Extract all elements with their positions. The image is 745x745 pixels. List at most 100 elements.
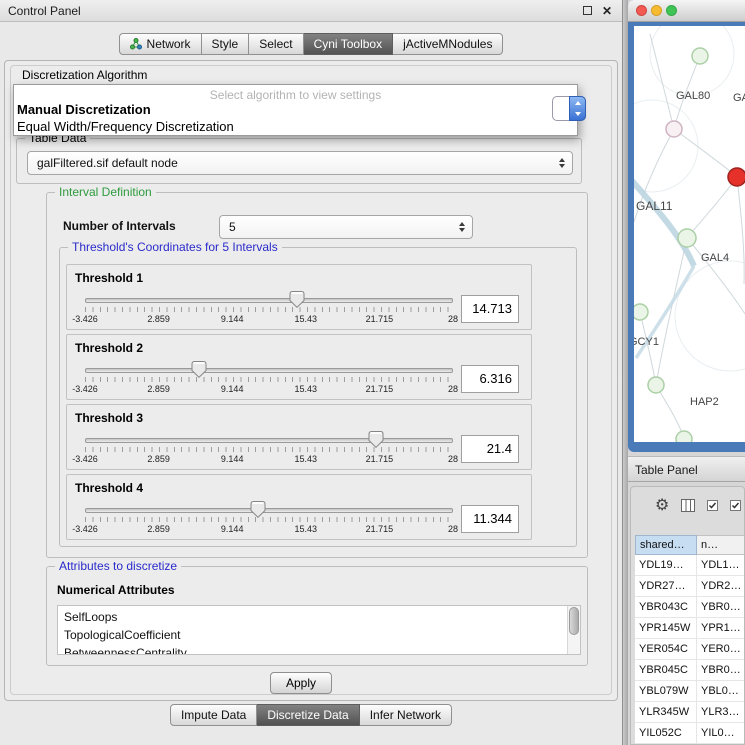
node[interactable] <box>676 431 692 442</box>
screen: Control Panel ✕ Network Style Select Cyn… <box>0 0 745 745</box>
tab-network[interactable]: Network <box>119 33 202 55</box>
table-row[interactable]: YBR043CYBR0… <box>635 597 745 618</box>
cell[interactable]: YBR043C <box>635 597 697 617</box>
cell[interactable]: YBR0… <box>697 660 745 680</box>
cell[interactable]: YPR145W <box>635 618 697 638</box>
slider-ticks <box>85 307 453 312</box>
scale-label: 15.43 <box>295 314 318 324</box>
tab-cyni-toolbox[interactable]: Cyni Toolbox <box>304 33 393 55</box>
table-row[interactable]: YDL19…YDL1… <box>635 555 745 576</box>
cell[interactable]: YER0… <box>697 639 745 659</box>
close-icon[interactable]: ✕ <box>602 4 612 18</box>
cell[interactable]: YDR27… <box>635 576 697 596</box>
table-data-combobox[interactable]: galFiltered.sif default node <box>27 151 573 175</box>
tab-style[interactable]: Style <box>202 33 250 55</box>
cell[interactable]: YDR2… <box>697 576 745 596</box>
tab-discretize-data[interactable]: Discretize Data <box>257 704 359 726</box>
zoom-traffic-light-icon[interactable] <box>666 5 677 16</box>
scale-label: 2.859 <box>147 524 170 534</box>
threshold-2-value-field[interactable]: 6.316 <box>461 365 519 393</box>
table-row[interactable]: YBL079WYBL0… <box>635 681 745 702</box>
table-row[interactable]: YER054CYER0… <box>635 639 745 660</box>
scale-label: 9.144 <box>221 454 244 464</box>
network-canvas[interactable]: GAL80 GA GAL11 GAL4 GCY1 HAP2 <box>634 26 745 442</box>
tab-jactivemnodules[interactable]: jActiveMNodules <box>393 33 503 55</box>
threshold-1-panel: Threshold 1 -3.426 2.859 9.144 15.43 21 <box>66 264 532 330</box>
table-data-value: galFiltered.sif default node <box>37 152 178 174</box>
tab-infer-network[interactable]: Infer Network <box>360 704 452 726</box>
cell[interactable]: YBL0… <box>697 681 745 701</box>
float-window-icon[interactable] <box>583 6 592 15</box>
cell[interactable]: YIL0… <box>697 723 745 743</box>
node[interactable] <box>634 304 648 320</box>
column-header-shared-name[interactable]: shared… <box>635 535 697 555</box>
node[interactable] <box>678 229 696 247</box>
minimize-traffic-light-icon[interactable] <box>651 5 662 16</box>
network-nodes[interactable] <box>634 48 745 442</box>
table-row[interactable]: YIL052CYIL0… <box>635 723 745 744</box>
table-row[interactable]: YBR045CYBR0… <box>635 660 745 681</box>
cell[interactable]: YBR045C <box>635 660 697 680</box>
node-label: HAP2 <box>690 396 719 408</box>
tab-label: Infer Network <box>370 708 441 722</box>
selected-red-node[interactable] <box>728 168 745 186</box>
cell[interactable]: YDL1… <box>697 555 745 575</box>
cell[interactable]: YIL052C <box>635 723 697 743</box>
table-row[interactable]: YDR27…YDR2… <box>635 576 745 597</box>
scale-label: -3.426 <box>72 314 98 324</box>
node[interactable] <box>648 377 664 393</box>
threshold-3-slider[interactable]: -3.426 2.859 9.144 15.43 21.715 28 <box>85 431 453 467</box>
cell[interactable]: YDL19… <box>635 555 697 575</box>
scrollbar-thumb[interactable] <box>569 607 579 635</box>
combo-arrows-icon <box>569 96 586 121</box>
dropdown-option-manual-discretization[interactable]: Manual Discretization <box>17 102 151 117</box>
cell[interactable]: YBL079W <box>635 681 697 701</box>
cell[interactable]: YBR0… <box>697 597 745 617</box>
close-traffic-light-icon[interactable] <box>636 5 647 16</box>
threshold-4-value-field[interactable]: 11.344 <box>461 505 519 533</box>
threshold-2-slider[interactable]: -3.426 2.859 9.144 15.43 21.715 28 <box>85 361 453 397</box>
column-header-name[interactable]: n… <box>697 535 745 555</box>
list-item[interactable]: BetweennessCentrality <box>58 644 580 655</box>
cell[interactable]: YLR345W <box>635 702 697 722</box>
node[interactable] <box>666 121 682 137</box>
scale-label: 15.43 <box>295 454 318 464</box>
node[interactable] <box>692 48 708 64</box>
thick-edge <box>634 174 694 266</box>
control-panel-tabbar: Network Style Select Cyni Toolbox jActiv… <box>0 33 622 55</box>
gear-icon[interactable]: ⚙ <box>655 497 669 513</box>
threshold-4-slider[interactable]: -3.426 2.859 9.144 15.43 21.715 28 <box>85 501 453 537</box>
select-none-checkbox-icon[interactable] <box>730 500 741 511</box>
cell[interactable]: YPR1… <box>697 618 745 638</box>
cell[interactable]: YER054C <box>635 639 697 659</box>
columns-icon[interactable] <box>681 499 695 512</box>
node-label: GAL11 <box>636 199 673 213</box>
slider-thumb[interactable] <box>368 431 383 448</box>
number-of-intervals-value: 5 <box>229 216 236 238</box>
scale-label: 2.859 <box>147 314 170 324</box>
select-all-checkbox-icon[interactable] <box>707 500 718 511</box>
tab-select[interactable]: Select <box>249 33 303 55</box>
numerical-attributes-list[interactable]: SelfLoops TopologicalCoefficient Between… <box>57 605 581 655</box>
slider-thumb[interactable] <box>192 361 207 378</box>
cell[interactable]: YLR3… <box>697 702 745 722</box>
table-row[interactable]: YLR345WYLR3… <box>635 702 745 723</box>
list-scrollbar[interactable] <box>567 606 580 654</box>
slider-thumb[interactable] <box>250 501 265 518</box>
right-pane: GAL80 GA GAL11 GAL4 GCY1 HAP2 Table Pane… <box>628 0 745 745</box>
threshold-1-value-field[interactable]: 14.713 <box>461 295 519 323</box>
table-row[interactable]: YPR145WYPR1… <box>635 618 745 639</box>
tab-impute-data[interactable]: Impute Data <box>170 704 257 726</box>
slider-thumb[interactable] <box>290 291 305 308</box>
threshold-1-slider[interactable]: -3.426 2.859 9.144 15.43 21.715 28 <box>85 291 453 327</box>
tab-label: Style <box>212 37 239 51</box>
scale-label: 21.715 <box>366 314 394 324</box>
list-item[interactable]: SelfLoops <box>58 608 580 626</box>
apply-button[interactable]: Apply <box>270 672 332 694</box>
number-of-intervals-combobox[interactable]: 5 <box>219 215 473 239</box>
algorithm-combobox[interactable] <box>552 96 586 121</box>
threshold-3-value-field[interactable]: 21.4 <box>461 435 519 463</box>
list-item[interactable]: TopologicalCoefficient <box>58 626 580 644</box>
dropdown-option-equal-width[interactable]: Equal Width/Frequency Discretization <box>17 119 234 134</box>
slider-track <box>85 368 453 373</box>
